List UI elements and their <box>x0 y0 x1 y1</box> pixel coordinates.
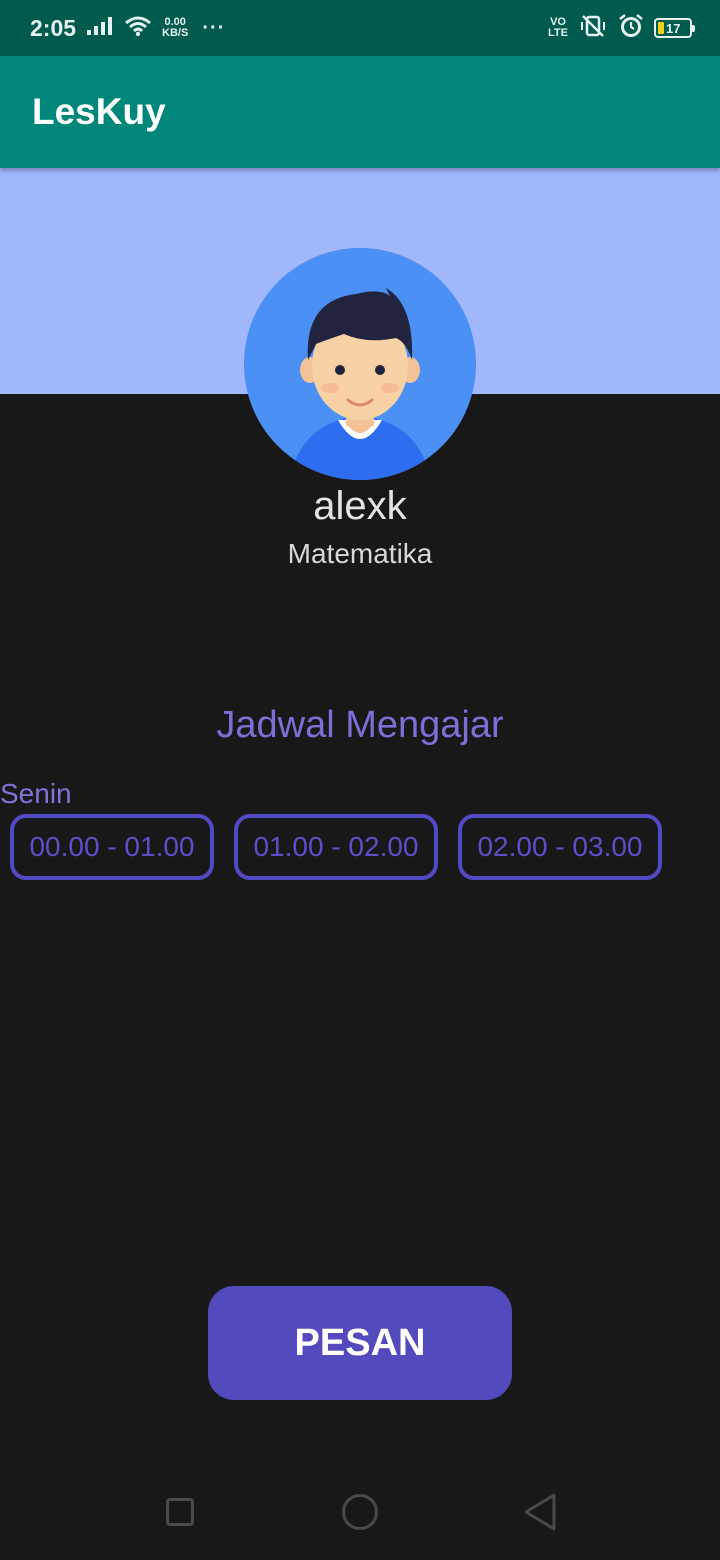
status-bar: 2:05 0.00 KB/S ··· VO LTE 17 <box>0 0 720 56</box>
wifi-icon <box>124 15 152 42</box>
network-speed: 0.00 KB/S <box>162 17 188 39</box>
vibrate-muted-icon <box>578 14 608 43</box>
alarm-icon <box>618 13 644 44</box>
back-icon[interactable] <box>522 1492 558 1532</box>
battery-level: 17 <box>666 20 681 36</box>
volte-icon: VO LTE <box>548 17 568 39</box>
tutor-subject: Matematika <box>287 538 433 569</box>
tutor-name: alexk <box>313 484 407 528</box>
book-button[interactable]: PESAN <box>208 1286 512 1400</box>
time-slot-chip[interactable]: 02.00 - 03.00 <box>458 814 662 880</box>
tutor-avatar-illustration <box>244 248 476 480</box>
system-nav-bar <box>0 1464 720 1560</box>
home-icon[interactable] <box>342 1494 378 1530</box>
app-bar: LesKuy <box>0 56 720 168</box>
battery-tip <box>692 25 695 32</box>
volte-bottom: LTE <box>548 27 568 39</box>
time-slot-chip[interactable]: 01.00 - 02.00 <box>234 814 438 880</box>
network-speed-unit: KB/S <box>162 27 189 39</box>
schedule-title: Jadwal Mengajar <box>216 704 504 746</box>
app-title: LesKuy <box>32 91 166 132</box>
schedule-day-label: Senin <box>0 778 72 809</box>
battery-icon: 17 <box>654 18 695 38</box>
status-right: VO LTE 17 <box>548 13 695 44</box>
recents-icon[interactable] <box>166 1498 194 1526</box>
battery-fill <box>658 22 664 34</box>
status-left: 2:05 0.00 KB/S ··· <box>30 15 225 42</box>
status-time: 2:05 <box>30 14 77 41</box>
avatar <box>244 248 476 480</box>
more-notifications-icon: ··· <box>202 16 226 39</box>
signal-icon <box>86 16 114 41</box>
time-slot-chip[interactable]: 00.00 - 01.00 <box>10 814 214 880</box>
